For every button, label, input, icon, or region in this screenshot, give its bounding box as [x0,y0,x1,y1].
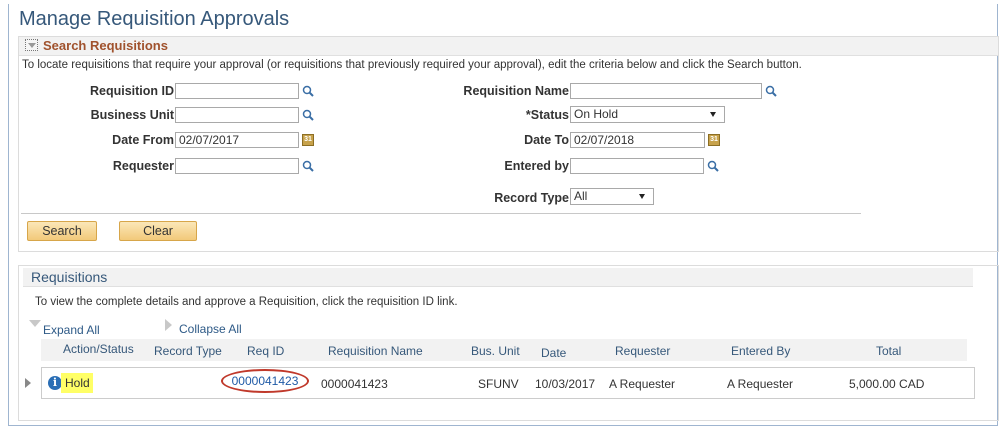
date-from-label: Date From [112,133,174,147]
requisitions-section-title: Requisitions [31,269,108,285]
table-row: i Hold 0000041423 0000041423 SFUNV 10/03… [41,367,975,399]
column-header-action-status: Action/Status [63,342,134,356]
requisitions-section: Requisitions To view the complete detail… [18,265,999,421]
status-select-value: On Hold [574,107,619,121]
requisition-name-cell: 0000041423 [321,377,388,391]
requester-search-icon[interactable] [302,160,314,172]
requisition-name-search-icon[interactable] [765,85,777,97]
req-id-link[interactable]: 0000041423 [221,369,309,393]
requisitions-section-header: Requisitions [23,268,973,287]
search-section-header: Search Requisitions [19,37,998,56]
entered-by-cell: A Requester [727,377,794,391]
requisitions-table-header: Action/Status Record Type Req ID Requisi… [41,339,967,361]
status-hold-highlight: Hold [61,373,93,393]
requisition-id-search-icon[interactable] [302,85,314,97]
requisition-name-input[interactable] [570,83,762,99]
requisition-name-label: Requisition Name [463,84,569,98]
collapse-section-icon[interactable] [25,39,38,51]
record-type-select-value: All [574,189,588,203]
requester-label: Requester [112,159,174,173]
requester-input[interactable] [175,158,299,174]
requisitions-instructions: To view the complete details and approve… [35,296,458,308]
expand-all-link[interactable]: Expand All [43,323,100,337]
search-section: Search Requisitions To locate requisitio… [18,36,999,252]
business-unit-label: Business Unit [90,108,174,122]
record-type-label: Record Type [494,191,569,205]
column-header-total[interactable]: Total [876,344,901,358]
bus-unit-cell: SFUNV [478,377,519,391]
expand-all-icon[interactable] [29,320,41,327]
column-header-date[interactable]: Date [541,346,566,360]
date-to-calendar-icon[interactable]: 31 [708,134,720,146]
column-header-req-id[interactable]: Req ID [247,344,284,358]
column-header-entered-by[interactable]: Entered By [731,344,790,358]
status-label: *Status [525,108,569,122]
business-unit-input[interactable] [175,107,299,123]
action-status-cell[interactable]: Hold [65,373,90,393]
chevron-down-icon [710,112,716,117]
entered-by-label: Entered by [504,159,569,173]
search-section-title[interactable]: Search Requisitions [43,38,168,53]
requester-cell: A Requester [609,377,676,391]
search-divider [21,213,861,214]
clear-button[interactable]: Clear [119,221,197,241]
chevron-down-icon [639,194,645,199]
entered-by-input[interactable] [570,158,704,174]
column-header-requisition-name[interactable]: Requisition Name [328,344,423,358]
collapse-all-link[interactable]: Collapse All [179,322,242,336]
info-icon[interactable]: i [48,376,62,390]
requisition-id-input[interactable] [175,83,299,99]
date-cell: 10/03/2017 [535,377,596,391]
page-title: Manage Requisition Approvals [19,8,290,30]
record-type-select[interactable]: All [570,188,654,205]
column-header-requester[interactable]: Requester [615,344,670,358]
total-cell: 5,000.00 CAD [849,377,925,391]
status-select[interactable]: On Hold [570,106,725,123]
date-from-calendar-icon[interactable]: 31 [302,134,314,146]
column-header-bus-unit[interactable]: Bus. Unit [471,344,520,358]
date-to-input[interactable]: 02/07/2018 [570,132,705,148]
collapse-all-icon[interactable] [165,319,172,331]
date-from-input[interactable]: 02/07/2017 [175,132,299,148]
business-unit-search-icon[interactable] [302,109,314,121]
search-button[interactable]: Search [27,221,97,241]
row-expand-icon[interactable] [25,378,31,388]
date-to-label: Date To [524,133,569,147]
column-header-record-type: Record Type [154,344,222,358]
requisition-id-label: Requisition ID [89,84,174,98]
search-instructions: To locate requisitions that require your… [22,59,802,71]
entered-by-search-icon[interactable] [707,160,719,172]
